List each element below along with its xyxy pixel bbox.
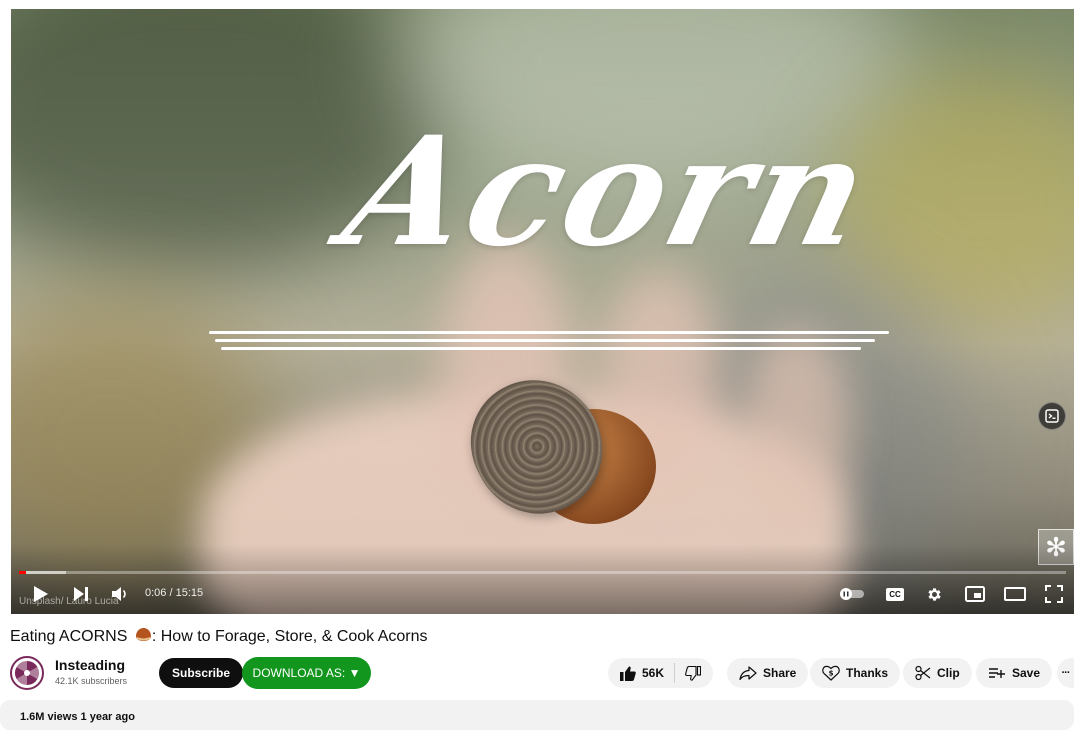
captions-button[interactable]: CC bbox=[884, 583, 906, 605]
thumbnail-title-art: Acorn bbox=[329, 104, 889, 280]
fullscreen-icon bbox=[1045, 585, 1063, 603]
controls-gradient bbox=[11, 544, 1074, 614]
progress-played bbox=[19, 571, 27, 574]
share-button[interactable]: Share bbox=[727, 658, 809, 688]
svg-text:$: $ bbox=[829, 670, 834, 678]
miniplayer-button[interactable] bbox=[963, 583, 987, 605]
progress-bar[interactable] bbox=[19, 571, 1066, 574]
thumbs-down-icon bbox=[685, 665, 702, 681]
settings-button[interactable] bbox=[923, 583, 945, 605]
next-icon bbox=[74, 587, 88, 601]
gear-icon bbox=[927, 587, 941, 601]
title-underline bbox=[215, 339, 875, 342]
clip-label: Clip bbox=[937, 666, 960, 680]
channel-avatar[interactable] bbox=[10, 656, 44, 690]
like-button[interactable]: 56K bbox=[608, 658, 674, 688]
save-button[interactable]: Save bbox=[976, 658, 1053, 688]
play-icon bbox=[34, 586, 48, 602]
thanks-label: Thanks bbox=[846, 666, 889, 680]
view-count-and-date: 1.6M views 1 year ago bbox=[20, 711, 135, 723]
more-icon: ··· bbox=[1061, 667, 1071, 679]
channel-name[interactable]: Insteading bbox=[55, 657, 125, 673]
share-label: Share bbox=[763, 666, 797, 680]
volume-button[interactable] bbox=[109, 583, 131, 605]
title-underline bbox=[209, 331, 889, 334]
captions-icon: CC bbox=[886, 587, 904, 601]
video-player[interactable]: Acorn ✻ Unsplash/ Lauro Lucia 0:06 / 15:… bbox=[11, 9, 1074, 614]
video-title-suffix: : How to Forage, Store, & Cook Acorns bbox=[151, 628, 428, 645]
play-button[interactable] bbox=[31, 583, 51, 605]
thumbs-up-icon bbox=[620, 666, 636, 681]
time-display: 0:06 / 15:15 bbox=[145, 587, 204, 599]
thanks-button[interactable]: $ Thanks bbox=[810, 658, 901, 688]
more-actions-button[interactable]: ··· bbox=[1057, 658, 1074, 688]
download-button[interactable]: DOWNLOAD AS: ▼ bbox=[242, 657, 371, 689]
annotation-card-icon[interactable] bbox=[1038, 402, 1066, 430]
subscribe-button[interactable]: Subscribe bbox=[159, 658, 244, 688]
video-frame: Acorn bbox=[11, 9, 1074, 614]
video-title: Eating ACORNS : How to Forage, Store, & … bbox=[10, 627, 428, 646]
autoplay-toggle-icon bbox=[840, 588, 864, 600]
title-underline bbox=[221, 347, 861, 350]
dislike-button[interactable] bbox=[675, 658, 713, 688]
save-label: Save bbox=[1012, 666, 1041, 680]
channel-logo-icon bbox=[14, 661, 40, 685]
super-thanks-icon: $ bbox=[822, 665, 840, 681]
scissors-icon bbox=[915, 665, 931, 681]
subscriber-count: 42.1K subscribers bbox=[55, 676, 128, 686]
theater-mode-button[interactable] bbox=[1003, 583, 1027, 605]
description-box[interactable] bbox=[0, 700, 1074, 730]
save-playlist-icon bbox=[989, 668, 1005, 678]
video-title-prefix: Eating ACORNS bbox=[10, 628, 128, 645]
chestnut-icon bbox=[135, 628, 151, 641]
clip-button[interactable]: Clip bbox=[903, 658, 972, 688]
fullscreen-button[interactable] bbox=[1043, 583, 1065, 605]
like-count: 56K bbox=[642, 666, 665, 680]
next-button[interactable] bbox=[71, 583, 91, 605]
autoplay-toggle[interactable] bbox=[839, 583, 865, 605]
like-dislike-group: 56K bbox=[608, 658, 714, 688]
miniplayer-icon bbox=[965, 586, 985, 602]
theater-mode-icon bbox=[1004, 587, 1026, 601]
volume-icon bbox=[112, 587, 126, 601]
share-icon bbox=[739, 666, 757, 680]
